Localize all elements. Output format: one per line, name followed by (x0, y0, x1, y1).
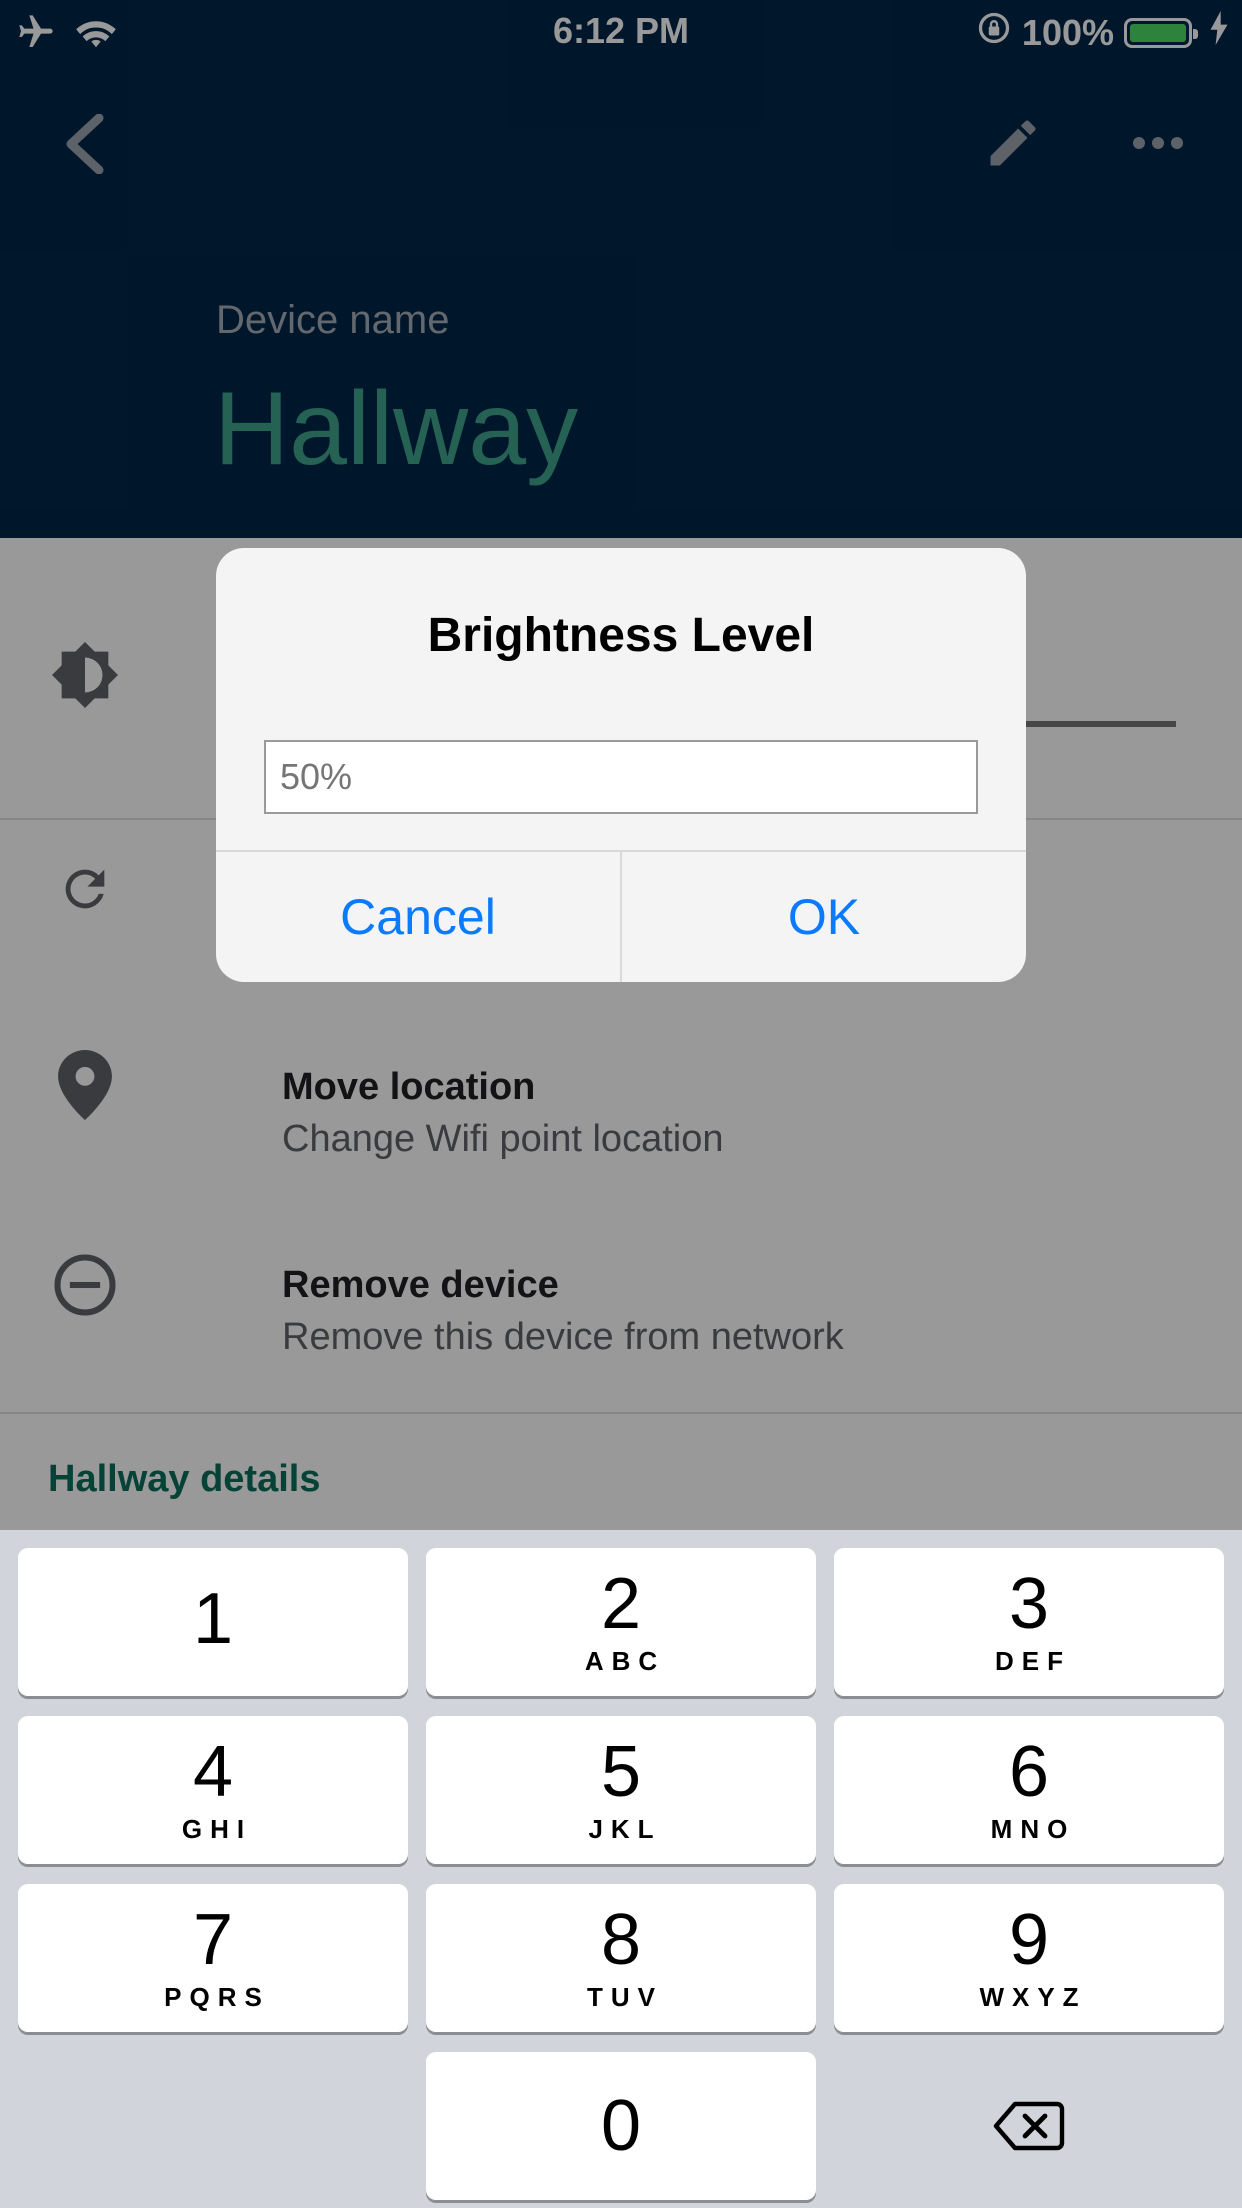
key-5[interactable]: 5 JKL (426, 1716, 816, 1864)
key-0[interactable]: 0 (426, 2052, 816, 2200)
key-number: 1 (192, 1579, 234, 1659)
key-number: 2 (600, 1563, 642, 1644)
key-1[interactable]: 1 (18, 1548, 408, 1696)
key-9[interactable]: 9 WXYZ (834, 1884, 1224, 2032)
key-letters: GHI (181, 1813, 253, 1844)
brightness-dialog: Brightness Level Cancel OK (216, 548, 1026, 982)
key-number: 4 (192, 1731, 234, 1812)
key-6[interactable]: 6 MNO (834, 1716, 1224, 1864)
brightness-input[interactable] (264, 740, 978, 814)
key-number: 0 (600, 2086, 642, 2166)
numeric-keypad: 1 2 ABC 3 DEF 4 GHI 5 JKL 6 MNO 7 PQRS 8… (0, 1530, 1242, 2208)
key-letters: WXYZ (979, 1981, 1087, 2012)
key-letters: ABC (584, 1645, 666, 1676)
key-8[interactable]: 8 TUV (426, 1884, 816, 2032)
key-number: 3 (1008, 1563, 1050, 1644)
key-number: 9 (1008, 1899, 1050, 1980)
backspace-key[interactable] (834, 2052, 1224, 2200)
key-4[interactable]: 4 GHI (18, 1716, 408, 1864)
key-letters: PQRS (164, 1981, 270, 2012)
key-2[interactable]: 2 ABC (426, 1548, 816, 1696)
key-3[interactable]: 3 DEF (834, 1548, 1224, 1696)
key-letters: MNO (990, 1813, 1076, 1844)
key-number: 6 (1008, 1731, 1050, 1812)
key-letters: JKL (588, 1813, 662, 1844)
key-number: 8 (600, 1899, 642, 1980)
key-7[interactable]: 7 PQRS (18, 1884, 408, 2032)
backspace-icon (993, 2101, 1065, 2151)
key-letters: TUV (587, 1981, 663, 2012)
ok-button[interactable]: OK (622, 852, 1026, 982)
key-letters: DEF (995, 1645, 1071, 1676)
key-number: 7 (192, 1899, 234, 1980)
cancel-button[interactable]: Cancel (216, 852, 620, 982)
key-number: 5 (600, 1731, 642, 1812)
dialog-title: Brightness Level (427, 609, 815, 662)
